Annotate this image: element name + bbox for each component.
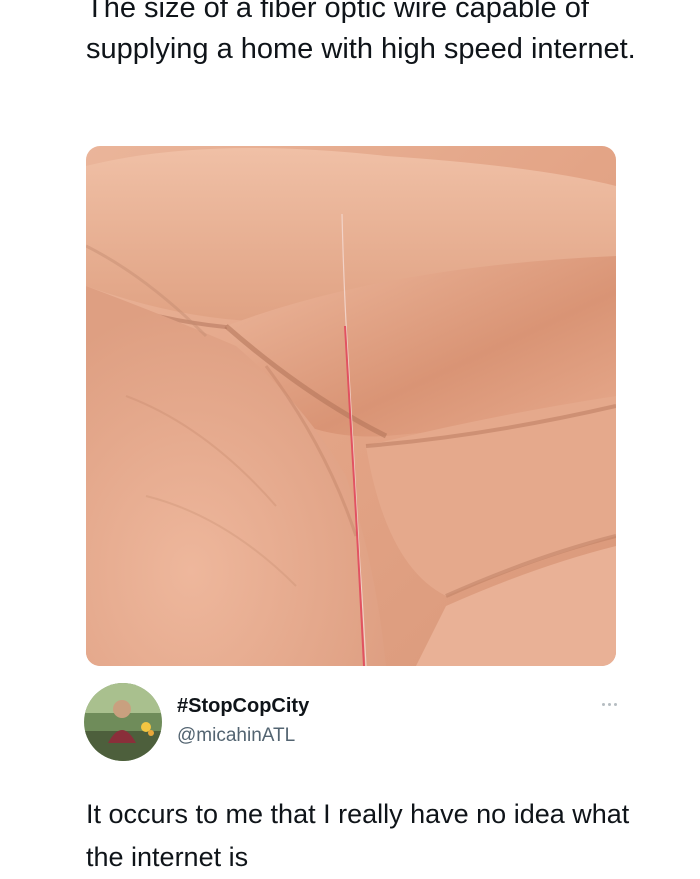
- more-options-icon[interactable]: [594, 697, 624, 711]
- hand-photo[interactable]: [86, 146, 616, 666]
- user-handle[interactable]: @micahinATL: [177, 725, 295, 747]
- dot: [613, 702, 617, 706]
- quoted-caption: The size of a fiber optic wire capable o…: [86, 0, 636, 65]
- avatar[interactable]: [84, 683, 162, 761]
- dot: [607, 702, 611, 706]
- tweet-author: #StopCopCity @micahinATL: [84, 683, 624, 763]
- display-name[interactable]: #StopCopCity: [177, 695, 309, 718]
- tweet-text: It occurs to me that I really have no id…: [86, 799, 630, 872]
- dot: [601, 702, 605, 706]
